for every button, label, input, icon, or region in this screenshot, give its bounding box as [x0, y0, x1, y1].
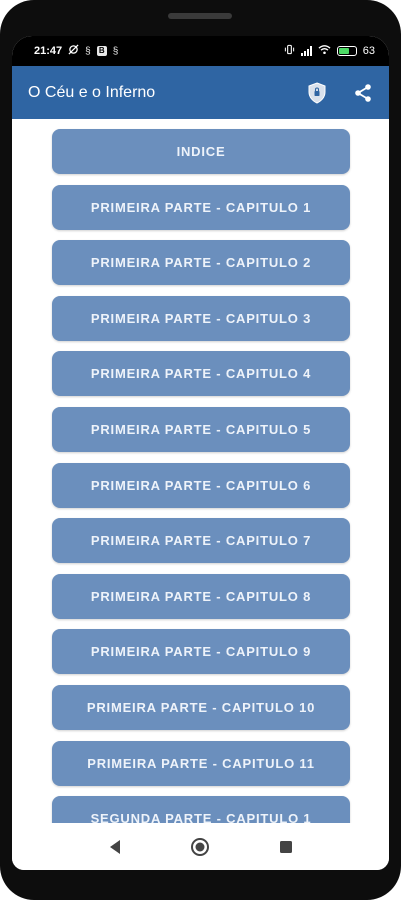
system-nav-bar	[12, 823, 389, 870]
chapter-button[interactable]: PRIMEIRA PARTE - CAPITULO 2	[52, 240, 350, 286]
chapter-button[interactable]: PRIMEIRA PARTE - CAPITULO 7	[52, 518, 350, 564]
chapter-button[interactable]: PRIMEIRA PARTE - CAPITULO 10	[52, 684, 350, 730]
app-bar: O Céu e o Inferno	[12, 66, 389, 119]
battery-level	[338, 48, 349, 54]
chapter-button[interactable]: PRIMEIRA PARTE - CAPITULO 1	[52, 184, 350, 230]
wifi-icon	[318, 44, 331, 58]
notification-glyph: §	[85, 45, 91, 57]
phone-vibrate-icon	[284, 44, 295, 58]
chapter-button[interactable]: PRIMEIRA PARTE - CAPITULO 6	[52, 462, 350, 508]
chapter-button[interactable]: PRIMEIRA PARTE - CAPITULO 11	[52, 740, 350, 786]
chapter-button[interactable]: PRIMEIRA PARTE - CAPITULO 5	[52, 406, 350, 452]
chapter-button[interactable]: PRIMEIRA PARTE - CAPITULO 9	[52, 629, 350, 675]
recents-icon[interactable]	[274, 835, 298, 859]
chapter-button[interactable]: PRIMEIRA PARTE - CAPITULO 8	[52, 573, 350, 619]
screen: 21:47 § B § 63 O Céu e o Inferno INDICE …	[12, 36, 389, 870]
chapter-button[interactable]: SEGUNDA PARTE - CAPITULO 1	[52, 796, 350, 823]
chapter-list-scroll[interactable]: INDICE PRIMEIRA PARTE - CAPITULO 1 PRIME…	[12, 119, 389, 823]
status-time: 21:47	[34, 45, 63, 57]
battery-percent: 63	[362, 45, 375, 57]
share-icon[interactable]	[351, 81, 375, 105]
chapter-button[interactable]: PRIMEIRA PARTE - CAPITULO 4	[52, 351, 350, 397]
notification-glyph: §	[112, 45, 119, 57]
chapter-button[interactable]: PRIMEIRA PARTE - CAPITULO 3	[52, 295, 350, 341]
signal-icon	[300, 46, 312, 56]
notification-app-icon: B	[96, 46, 107, 56]
home-icon[interactable]	[188, 835, 212, 859]
chapter-list: INDICE PRIMEIRA PARTE - CAPITULO 1 PRIME…	[52, 129, 350, 823]
back-icon[interactable]	[103, 835, 127, 859]
chapter-button-indice[interactable]: INDICE	[52, 129, 350, 174]
status-left: 21:47 § B §	[34, 44, 118, 58]
shield-icon[interactable]	[305, 81, 329, 105]
battery-icon	[336, 46, 357, 56]
sync-off-icon	[68, 44, 79, 58]
app-title: O Céu e o Inferno	[28, 83, 156, 101]
status-right: 63	[284, 44, 375, 58]
status-bar: 21:47 § B § 63	[12, 36, 389, 66]
phone-frame: 21:47 § B § 63 O Céu e o Inferno INDICE …	[0, 0, 401, 900]
speaker-grille	[168, 13, 232, 19]
